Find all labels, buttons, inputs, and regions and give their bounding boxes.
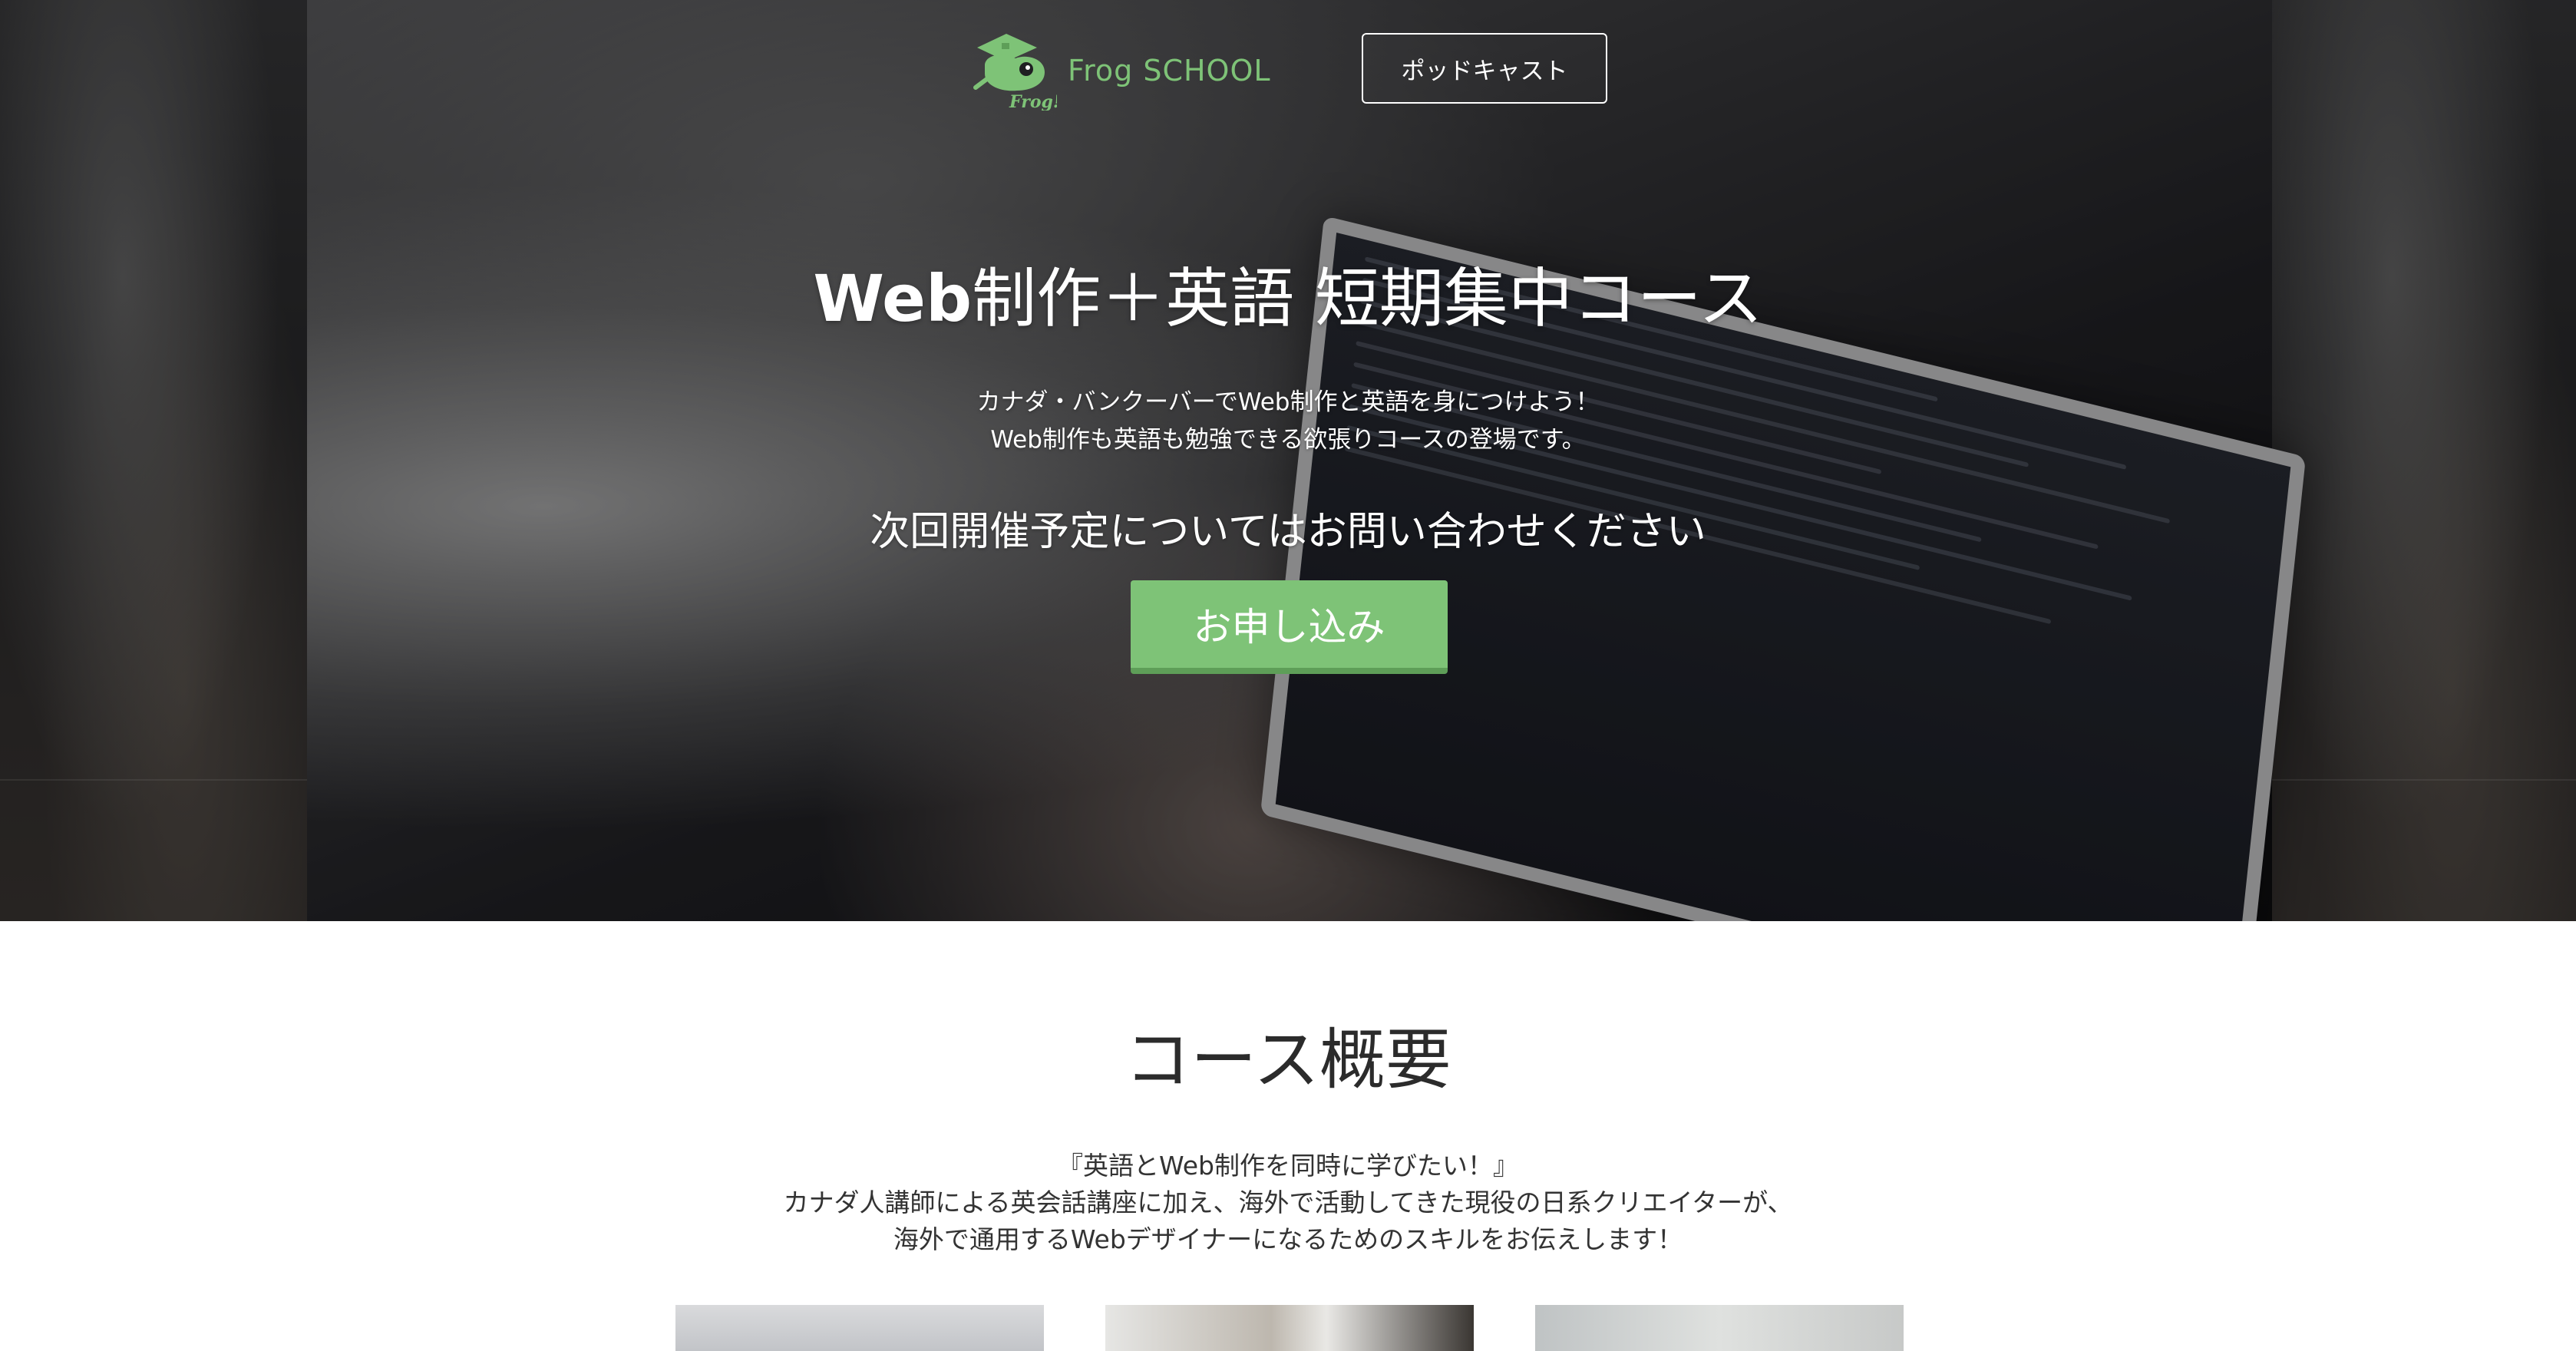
schedule-notice: 次回開催予定についてはお問い合わせください bbox=[870, 509, 1706, 555]
podcast-button[interactable]: ポッドキャスト bbox=[1362, 33, 1607, 104]
course-overview-text: 『英語とWeb制作を同時に学びたい！』 カナダ人講師による英会話講座に加え、海外… bbox=[0, 1148, 2576, 1258]
frog-with-graduation-cap-icon: Frog! bbox=[973, 34, 1057, 111]
overview-line: 海外で通用するWebデザイナーになるためのスキルをお伝えします！ bbox=[893, 1224, 1683, 1254]
hero-subtitle: カナダ・バンクーバーでWeb制作と英語を身につけよう！ Web制作も英語も勉強で… bbox=[0, 384, 2576, 459]
hero-overlay bbox=[0, 0, 2576, 921]
course-photo-2 bbox=[1105, 1305, 1474, 1351]
course-photo-3 bbox=[1535, 1305, 1904, 1351]
hero-subtitle-line: カナダ・バンクーバーでWeb制作と英語を身につけよう！ bbox=[976, 388, 1600, 416]
hero-title-rest: 制作＋英語 短期集中コース bbox=[972, 261, 1763, 336]
course-overview-title: コース概要 bbox=[1125, 1022, 1451, 1098]
hero-title-web: Web bbox=[813, 261, 973, 336]
overview-line: 『英語とWeb制作を同時に学びたい！』 bbox=[1058, 1151, 1518, 1181]
logo-mark-text: Frog! bbox=[1009, 92, 1057, 111]
overview-line: カナダ人講師による英会話講座に加え、海外で活動してきた現役の日系クリエイターが、 bbox=[783, 1187, 1793, 1217]
hero-title: Web制作＋英語 短期集中コース bbox=[0, 247, 2576, 340]
site-logo[interactable]: Frog! Frog SCHOOL bbox=[971, 32, 1271, 111]
logo-text: Frog SCHOOL bbox=[1068, 54, 1271, 88]
hero-section: Frog! Frog SCHOOL ポッドキャスト Web制作＋英語 短期集中コ… bbox=[0, 0, 2576, 921]
course-photo-1 bbox=[675, 1305, 1044, 1351]
hero-subtitle-line: Web制作も英語も勉強できる欲張りコースの登場です。 bbox=[990, 426, 1586, 454]
apply-button[interactable]: お申し込み bbox=[1131, 580, 1448, 674]
